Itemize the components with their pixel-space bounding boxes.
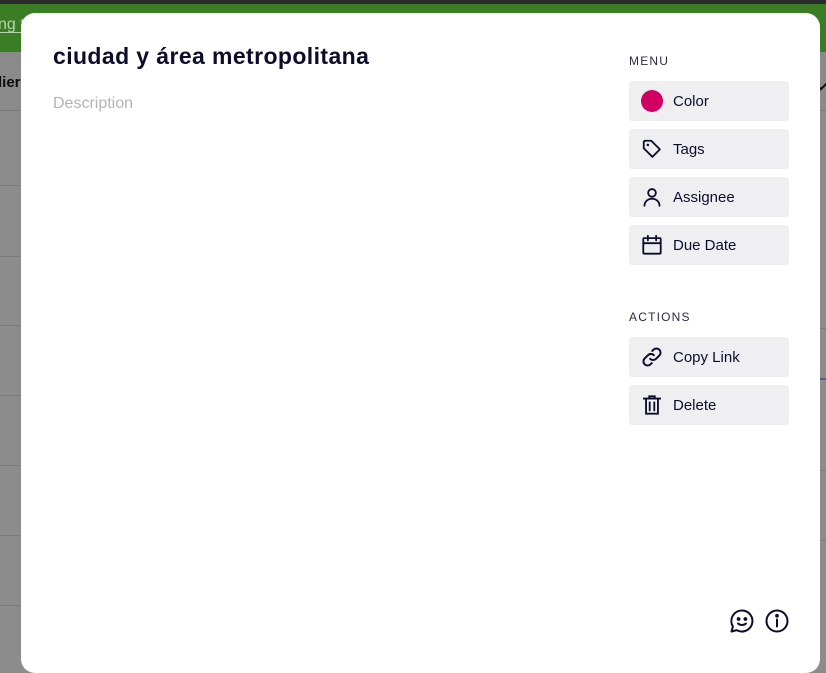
due-date-button[interactable]: Due Date [629,225,789,265]
assignee-button[interactable]: Assignee [629,177,789,217]
delete-button[interactable]: Delete [629,385,789,425]
background-row-divider [0,395,22,396]
menu-heading: MENU [629,54,670,68]
background-row-accent [820,378,826,380]
trash-icon [641,394,663,416]
description-input[interactable] [53,95,593,113]
info-icon[interactable] [764,608,790,634]
color-button-label: Color [673,92,709,110]
emoji-chat-icon[interactable] [729,608,755,634]
background-row-divider [0,185,22,186]
background-row-divider [0,325,22,326]
background-row-divider [0,465,22,466]
background-row-divider [0,256,22,257]
background-row-divider [0,535,22,536]
background-row-divider [820,328,826,329]
due-date-button-label: Due Date [673,236,737,254]
tags-button-label: Tags [673,140,705,158]
card-title[interactable]: ciudad y área metropolitana [53,43,369,70]
background-toolbar-label: lier [0,74,21,91]
background-row-divider [0,605,22,606]
user-icon [641,186,663,208]
calendar-icon [641,234,663,256]
copy-link-button-label: Copy Link [673,348,740,366]
background-row-divider [820,540,826,541]
color-button[interactable]: Color [629,81,789,121]
delete-button-label: Delete [673,396,717,414]
tags-button[interactable]: Tags [629,129,789,169]
actions-heading: ACTIONS [629,310,691,324]
copy-link-button[interactable]: Copy Link [629,337,789,377]
assignee-button-label: Assignee [673,188,735,206]
color-swatch-icon [641,90,663,112]
card-detail-modal: ciudad y área metropolitana MENU Color T… [21,13,820,673]
link-icon [641,346,663,368]
tag-icon [641,138,663,160]
background-header-stripe [0,0,826,4]
background-row-divider [820,470,826,471]
